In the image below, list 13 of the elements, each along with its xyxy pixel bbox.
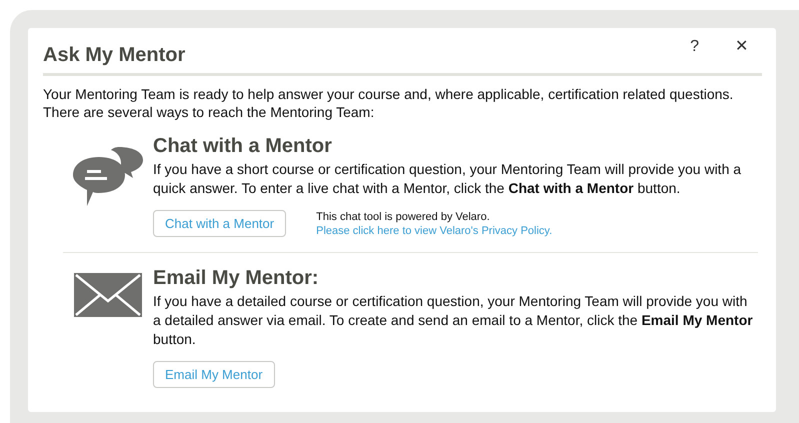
privacy-policy-link[interactable]: Please click here to view Velaro's Privacy Policy. <box>316 224 552 238</box>
help-button[interactable]: ? <box>690 36 699 56</box>
envelope-icon <box>74 273 142 317</box>
chat-button[interactable]: Chat with a Mentor <box>153 210 286 237</box>
section-description: If you have a detailed course or certification question, your Mentoring Team will provide you with a detailed answer via email. To create and send an email to a Mentor, click the Email My Mentor button. <box>153 292 754 349</box>
powered-by-note: This chat tool is powered by Velaro. <box>316 210 491 224</box>
email-button[interactable]: Email My Mentor <box>153 361 275 388</box>
close-button[interactable]: ✕ <box>735 36 748 56</box>
section-heading: Chat with a Mentor <box>153 135 333 158</box>
dialog-title: Ask My Mentor <box>43 43 186 67</box>
intro-text: Your Mentoring Team is ready to help answer your course and, where applicable, certification related questions. There are several ways to reach the Mentoring Team: <box>43 85 734 121</box>
section-description: If you have a short course or certification question, your Mentoring Team will provide you with a quick answer. To enter a live chat with a Mentor, click the Chat with a Mentor button. <box>153 160 742 198</box>
section-heading: Email My Mentor: <box>153 267 320 290</box>
